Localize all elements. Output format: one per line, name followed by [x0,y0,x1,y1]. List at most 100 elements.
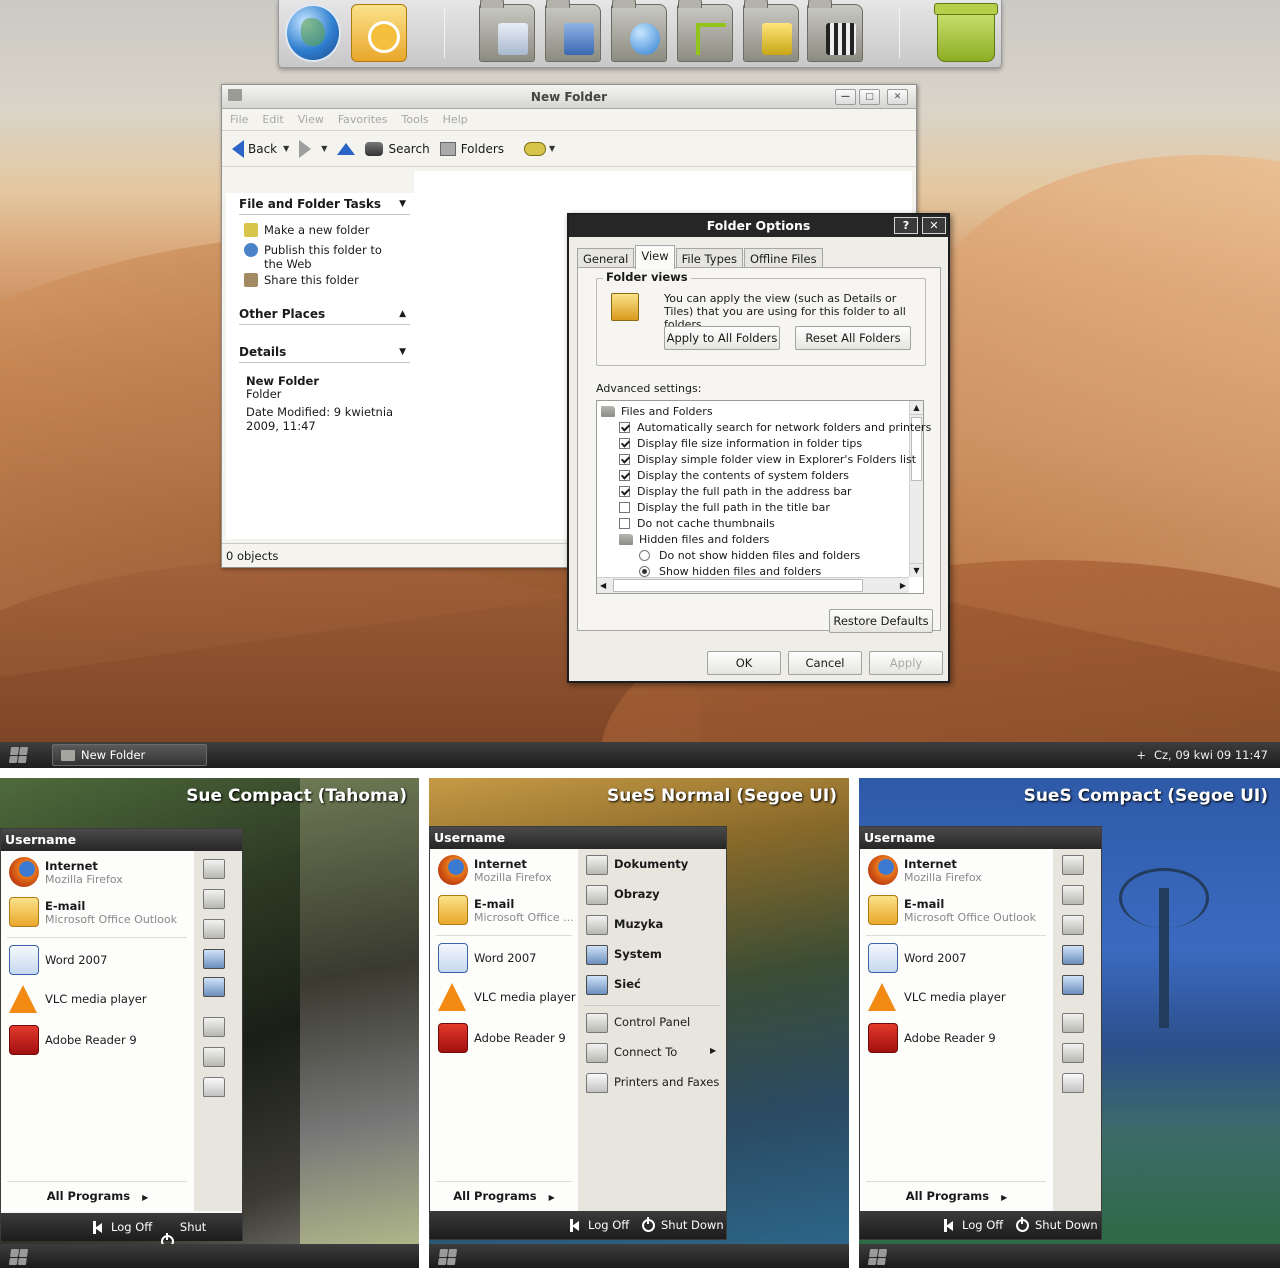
setting-checkbox[interactable]: Display the full path in the address bar [619,483,852,499]
setting-checkbox[interactable]: Do not cache thumbnails [619,515,775,531]
tab-file-types[interactable]: File Types [675,248,743,268]
all-programs-button[interactable]: All Programs ▶ [860,1189,1053,1203]
recycle-bin-icon[interactable] [934,3,998,62]
pictures-folder-icon[interactable] [479,0,535,62]
setting-checkbox[interactable]: Display simple folder view in Explorer's… [619,451,916,467]
advanced-settings-list[interactable]: ▲ ▼ ◀ ▶ Files and Folders Automatically s… [596,400,931,594]
documents-icon[interactable] [1062,855,1084,875]
maximize-button[interactable]: □ [859,89,880,105]
setting-checkbox[interactable]: Display the contents of system folders [619,467,849,483]
other-places-heading[interactable]: Other Places ▲ [239,303,410,325]
documents-folder-icon[interactable] [545,0,601,62]
task-publish-web[interactable]: Publish this folder to the Web [244,243,394,271]
apply-to-all-folders-button[interactable]: Apply to All Folders [664,326,780,350]
place-obrazy[interactable]: Obrazy [614,887,660,901]
pictures-icon[interactable] [203,889,225,909]
start-button[interactable] [867,1249,888,1265]
control-panel-icon[interactable] [1062,1013,1084,1033]
shut-down-button[interactable]: Shut Down [642,1211,724,1239]
control-panel-link[interactable]: Control Panel [614,1015,690,1029]
start-button[interactable] [437,1249,458,1265]
setting-radio[interactable]: Do not show hidden files and folders [639,547,860,563]
recent-word[interactable]: Word 2007 [438,943,536,973]
pinned-internet[interactable]: Internet Mozilla Firefox [9,857,123,887]
film-folder-icon[interactable] [743,0,799,62]
search-button[interactable]: Search [365,141,430,156]
details-heading[interactable]: Details ▼ [239,341,410,363]
recent-adobe-reader[interactable]: Adobe Reader 9 [438,1023,566,1053]
printers-icon[interactable] [1062,1073,1084,1093]
menu-item[interactable]: View [298,109,324,131]
menu-item[interactable]: File [230,109,248,131]
setting-checkbox[interactable]: Display file size information in folder … [619,435,862,451]
printers-and-faxes-link[interactable]: Printers and Faxes [614,1075,719,1089]
pinned-email[interactable]: E-mail Microsoft Office ... [438,895,574,925]
reset-all-folders-button[interactable]: Reset All Folders [795,326,911,350]
setting-checkbox[interactable]: Automatically search for network folders… [619,419,931,435]
up-button[interactable] [337,142,356,155]
network-icon[interactable] [203,977,225,997]
connect-to-link[interactable]: Connect To [614,1045,677,1059]
setting-checkbox[interactable]: Display the full path in the title bar [619,499,830,515]
minimize-button[interactable]: — [835,89,856,105]
task-make-folder[interactable]: Make a new folder [244,223,369,237]
folders-button[interactable]: Folders [439,141,504,156]
dialog-close-button[interactable]: ✕ [922,217,946,234]
apply-button[interactable]: Apply [869,651,943,675]
recent-vlc[interactable]: VLC media player [438,983,576,1011]
pinned-internet[interactable]: Internet Mozilla Firefox [438,855,552,885]
recent-vlc[interactable]: VLC media player [9,985,147,1013]
back-button[interactable]: Back ▼ [232,139,289,158]
music-icon[interactable] [203,919,225,939]
outlook-mail-icon[interactable] [351,4,407,62]
taskbar-item-new-folder[interactable]: New Folder [52,744,207,766]
tab-offline-files[interactable]: Offline Files [743,248,823,268]
computer-icon[interactable] [1062,945,1084,965]
printers-icon[interactable] [203,1077,225,1097]
place-muzyka[interactable]: Muzyka [614,917,663,931]
music-icon[interactable] [1062,915,1084,935]
views-button[interactable]: ▼ [524,141,555,156]
pinned-internet[interactable]: Internet Mozilla Firefox [868,855,982,885]
computer-icon[interactable] [203,949,225,969]
help-button[interactable]: ? [894,217,918,234]
dialog-titlebar[interactable]: Folder Options ? ✕ [569,215,948,237]
tasks-heading[interactable]: File and Folder Tasks ▼ [239,193,410,215]
recent-adobe-reader[interactable]: Adobe Reader 9 [9,1025,137,1055]
all-programs-button[interactable]: All Programs ▶ [430,1189,578,1203]
log-off-button[interactable]: Log Off [93,1213,152,1241]
all-programs-button[interactable]: All Programs ▶ [1,1189,194,1203]
recent-adobe-reader[interactable]: Adobe Reader 9 [868,1023,996,1053]
pinned-email[interactable]: E-mail Microsoft Office Outlook [9,897,177,927]
log-off-button[interactable]: Log Off [570,1211,629,1239]
window-titlebar[interactable]: New Folder — □ ✕ [222,85,916,109]
pictures-icon[interactable] [1062,885,1084,905]
place-system[interactable]: System [614,947,662,961]
pinned-email[interactable]: E-mail Microsoft Office Outlook [868,895,1036,925]
recent-word[interactable]: Word 2007 [9,945,107,975]
music-folder-icon[interactable] [677,0,733,62]
forward-button[interactable]: ▼ [299,139,327,158]
recent-vlc[interactable]: VLC media player [868,983,1006,1011]
menu-item[interactable]: Help [443,109,468,131]
start-button[interactable] [8,747,29,763]
connect-to-icon[interactable] [203,1047,225,1067]
start-button[interactable] [8,1249,29,1265]
menu-item[interactable]: Edit [262,109,283,131]
menu-item[interactable]: Favorites [338,109,388,131]
video-folder-icon[interactable] [807,0,863,62]
ok-button[interactable]: OK [707,651,781,675]
horizontal-scrollbar[interactable]: ◀ ▶ [597,577,909,593]
place-dokumenty[interactable]: Dokumenty [614,857,688,871]
connect-to-icon[interactable] [1062,1043,1084,1063]
restore-defaults-button[interactable]: Restore Defaults [829,609,933,633]
internet-globe-icon[interactable] [285,4,341,62]
task-share-folder[interactable]: Share this folder [244,273,359,287]
menu-item[interactable]: Tools [402,109,429,131]
documents-icon[interactable] [203,859,225,879]
control-panel-icon[interactable] [203,1017,225,1037]
network-folder-icon[interactable] [611,0,667,62]
cancel-button[interactable]: Cancel [788,651,862,675]
recent-word[interactable]: Word 2007 [868,943,966,973]
place-siec[interactable]: Sieć [614,977,641,991]
